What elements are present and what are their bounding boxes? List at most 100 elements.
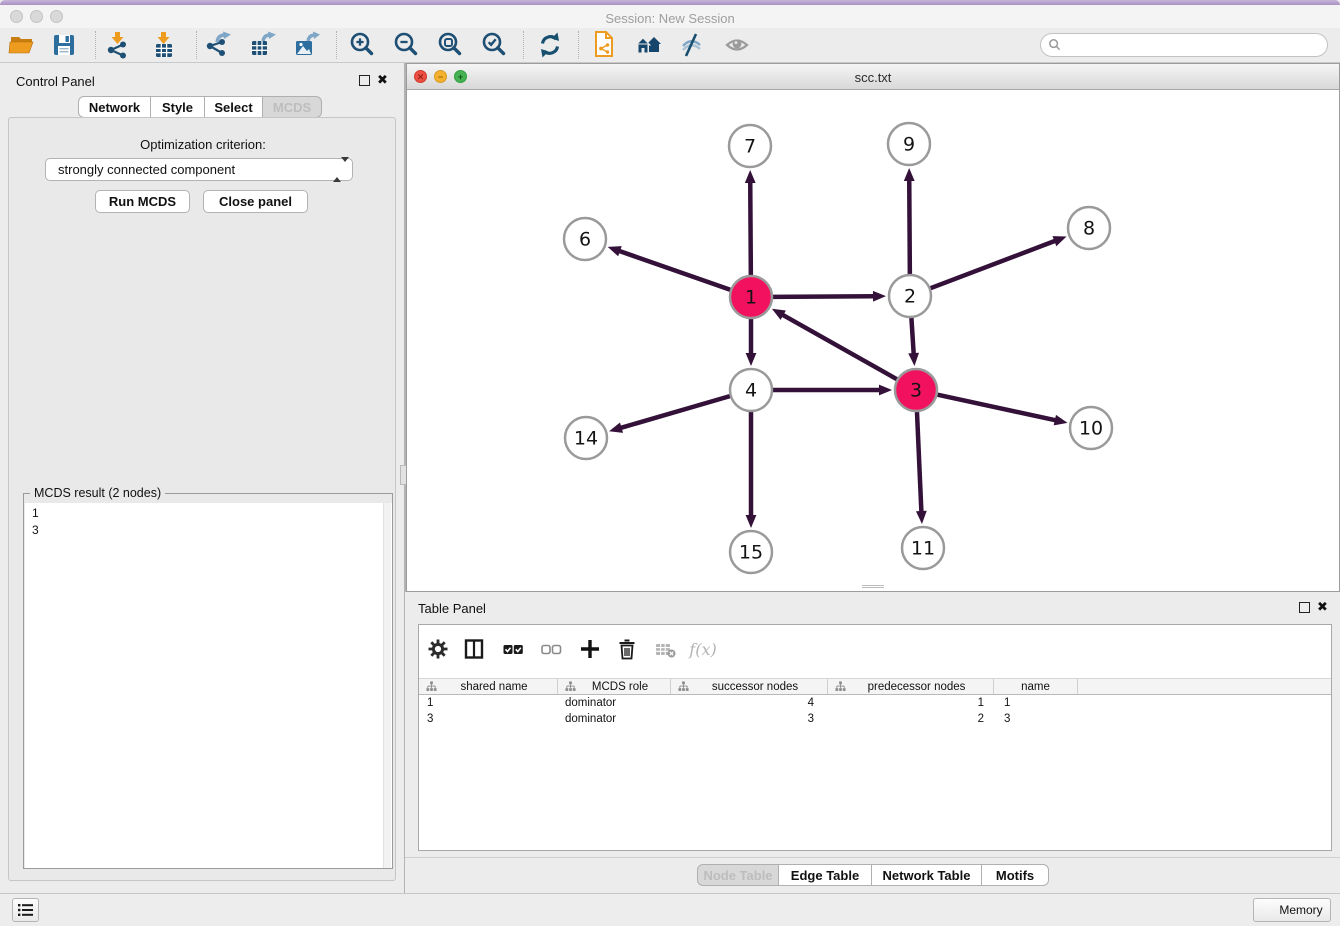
graph-edge-4-14[interactable] (621, 396, 730, 428)
table-panel-divider (405, 857, 1340, 858)
delete-table-icon (650, 634, 680, 664)
memory-status-icon (1261, 904, 1273, 916)
graph-edge-arrowhead (873, 291, 886, 302)
column-shared-name[interactable]: shared name (419, 679, 558, 694)
select-stepper-icon (333, 162, 343, 178)
network-canvas[interactable]: 1234678910111415 (407, 90, 1339, 591)
tab-select[interactable]: Select (205, 96, 263, 118)
column-name[interactable]: name (994, 679, 1078, 694)
import-network-icon[interactable] (102, 29, 134, 61)
refresh-layout-icon[interactable] (534, 29, 566, 61)
table-header[interactable]: shared name MCDS role successor nodes pr… (419, 678, 1331, 695)
search-box[interactable] (1040, 33, 1328, 57)
graph-edge-arrowhead (879, 385, 892, 396)
tab-style[interactable]: Style (151, 96, 205, 118)
memory-button[interactable]: Memory (1253, 898, 1331, 922)
toolbar-separator (336, 31, 337, 59)
graph-edge-2-3[interactable] (911, 318, 913, 354)
graph-edge-2-9[interactable] (909, 180, 910, 274)
table-row[interactable]: 1 dominator 4 1 1 (419, 696, 1331, 712)
home-icon[interactable] (633, 29, 665, 61)
column-successor-nodes[interactable]: successor nodes (671, 679, 828, 694)
export-network-icon[interactable] (202, 29, 234, 61)
graph-node-label: 3 (910, 380, 922, 402)
application-window: Session: New Session (0, 0, 1340, 926)
table-row[interactable]: 3 dominator 3 2 3 (419, 712, 1331, 728)
graph-edge-1-7[interactable] (750, 182, 751, 275)
show-columns-icon[interactable] (459, 634, 489, 664)
mcds-panel: Optimization criterion: strongly connect… (8, 117, 396, 881)
float-table-panel-icon[interactable] (1299, 602, 1310, 613)
graph-edge-2-8[interactable] (931, 241, 1056, 288)
column-type-icon (426, 681, 437, 692)
task-history-button[interactable] (12, 898, 39, 922)
fx-label: f(x) (689, 640, 716, 659)
column-settings-icon[interactable] (423, 634, 453, 664)
delete-column-icon[interactable] (612, 634, 642, 664)
control-panel: Control Panel ✖ Network Style Select MCD… (0, 63, 404, 893)
deselect-all-columns-icon[interactable] (536, 634, 566, 664)
export-table-icon[interactable] (246, 29, 278, 61)
save-session-icon[interactable] (48, 29, 80, 61)
status-bar: Memory (0, 893, 1340, 926)
show-panels-icon[interactable] (721, 29, 753, 61)
graph-edge-arrowhead (916, 511, 927, 524)
graph-node-label: 11 (911, 538, 935, 560)
graph-node-label: 9 (903, 134, 915, 156)
graph-edge-arrowhead (746, 515, 757, 528)
graph-edge-arrowhead (609, 422, 623, 432)
network-graph[interactable]: 1234678910111415 (407, 90, 1339, 591)
window-title: Session: New Session (0, 11, 1340, 26)
export-image-icon[interactable] (290, 29, 322, 61)
tab-network-table[interactable]: Network Table (872, 864, 982, 886)
result-scrollbar[interactable] (383, 503, 391, 868)
graph-edge-1-6[interactable] (619, 251, 730, 290)
import-table-icon[interactable] (148, 29, 180, 61)
zoom-fit-icon[interactable] (434, 29, 466, 61)
close-table-panel-icon[interactable]: ✖ (1317, 601, 1328, 613)
network-resize-grip[interactable] (862, 585, 884, 588)
graph-edge-3-10[interactable] (937, 395, 1055, 421)
mcds-result-box: MCDS result (2 nodes) 1 3 (23, 493, 393, 869)
function-builder-icon: f(x) (688, 634, 718, 664)
mcds-result-title: MCDS result (2 nodes) (30, 486, 165, 500)
column-predecessor-nodes[interactable]: predecessor nodes (828, 679, 994, 694)
criterion-value: strongly connected component (58, 162, 235, 177)
graph-node-label: 1 (745, 287, 757, 309)
close-panel-button[interactable]: Close panel (203, 190, 308, 213)
control-panel-tabs: Network Style Select MCDS (78, 96, 322, 118)
hide-panels-icon[interactable] (676, 29, 708, 61)
graph-edge-3-11[interactable] (917, 412, 921, 512)
cell-predecessor-nodes: 1 (839, 697, 984, 709)
titlebar: Session: New Session (0, 5, 1340, 28)
select-all-columns-icon[interactable] (498, 634, 528, 664)
mcds-result-text[interactable]: 1 3 (25, 503, 392, 868)
tab-motifs[interactable]: Motifs (982, 864, 1049, 886)
toolbar-separator (523, 31, 524, 59)
cell-mcds-role: dominator (565, 697, 616, 709)
zoom-in-icon[interactable] (346, 29, 378, 61)
float-panel-icon[interactable] (359, 75, 370, 86)
graph-edge-3-1[interactable] (782, 315, 896, 380)
zoom-out-icon[interactable] (390, 29, 422, 61)
column-mcds-role[interactable]: MCDS role (558, 679, 671, 694)
graph-edge-arrowhead (745, 170, 756, 183)
network-window-titlebar[interactable]: ✕ − + scc.txt (407, 64, 1339, 90)
cell-mcds-role: dominator (565, 713, 616, 725)
close-panel-icon[interactable]: ✖ (377, 74, 388, 86)
add-column-icon[interactable] (575, 634, 605, 664)
tab-node-table[interactable]: Node Table (697, 864, 779, 886)
tab-edge-table[interactable]: Edge Table (779, 864, 872, 886)
tab-network[interactable]: Network (78, 96, 151, 118)
graph-node-label: 7 (744, 136, 756, 158)
zoom-selected-icon[interactable] (478, 29, 510, 61)
criterion-select[interactable]: strongly connected component (45, 158, 353, 181)
graph-edge-arrowhead (908, 353, 919, 366)
tab-mcds[interactable]: MCDS (263, 96, 322, 118)
search-input[interactable] (1066, 35, 1327, 55)
run-mcds-button[interactable]: Run MCDS (95, 190, 190, 213)
open-sample-session-icon[interactable] (588, 29, 620, 61)
graph-edge-1-2[interactable] (773, 296, 874, 297)
graph-edge-arrowhead (1054, 415, 1068, 426)
open-session-icon[interactable] (6, 29, 38, 61)
